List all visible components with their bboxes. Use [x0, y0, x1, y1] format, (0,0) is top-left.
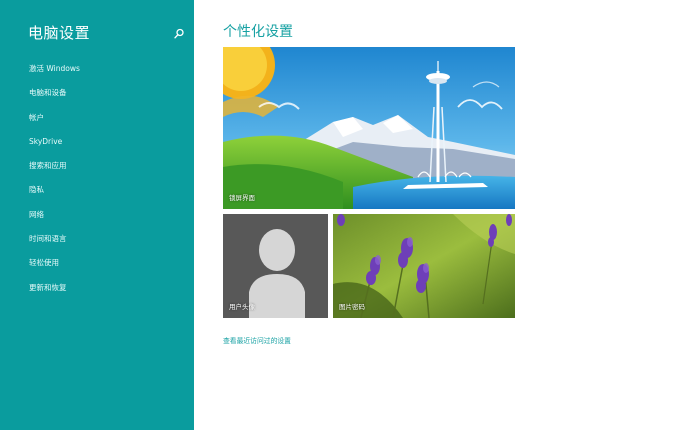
- picture-password-label: 图片密码: [339, 303, 365, 311]
- search-icon[interactable]: [172, 26, 186, 40]
- sidebar-item-search-and-apps[interactable]: 搜索和应用: [0, 155, 194, 179]
- lock-screen-tile[interactable]: 锁屏界面: [223, 47, 515, 209]
- sidebar-item-ease-of-access[interactable]: 轻松使用: [0, 252, 194, 276]
- sidebar: 电脑设置 激活 Windows 电脑和设备 帐户 SkyDrive 搜索和应用 …: [0, 0, 194, 430]
- sidebar-item-skydrive[interactable]: SkyDrive: [0, 131, 194, 155]
- lock-screen-image: [223, 47, 515, 209]
- sidebar-item-privacy[interactable]: 隐私: [0, 179, 194, 203]
- sidebar-title: 电脑设置: [28, 24, 91, 42]
- recent-settings-link[interactable]: 查看最近访问过的设置: [223, 335, 291, 345]
- sidebar-item-activate-windows[interactable]: 激活 Windows: [0, 58, 194, 82]
- page-title: 个性化设置: [223, 24, 293, 40]
- sidebar-item-network[interactable]: 网络: [0, 204, 194, 228]
- account-picture-tile[interactable]: 用户头像: [223, 214, 328, 318]
- picture-password-tile[interactable]: 图片密码: [333, 214, 515, 318]
- sidebar-item-time-and-language[interactable]: 时间和语言: [0, 228, 194, 252]
- lock-screen-label: 锁屏界面: [229, 194, 255, 202]
- sidebar-item-accounts[interactable]: 帐户: [0, 107, 194, 131]
- account-picture-label: 用户头像: [229, 303, 255, 311]
- sidebar-nav: 激活 Windows 电脑和设备 帐户 SkyDrive 搜索和应用 隐私 网络…: [0, 58, 194, 301]
- sidebar-item-update-and-recovery[interactable]: 更新和恢复: [0, 277, 194, 301]
- sidebar-item-pc-and-devices[interactable]: 电脑和设备: [0, 82, 194, 106]
